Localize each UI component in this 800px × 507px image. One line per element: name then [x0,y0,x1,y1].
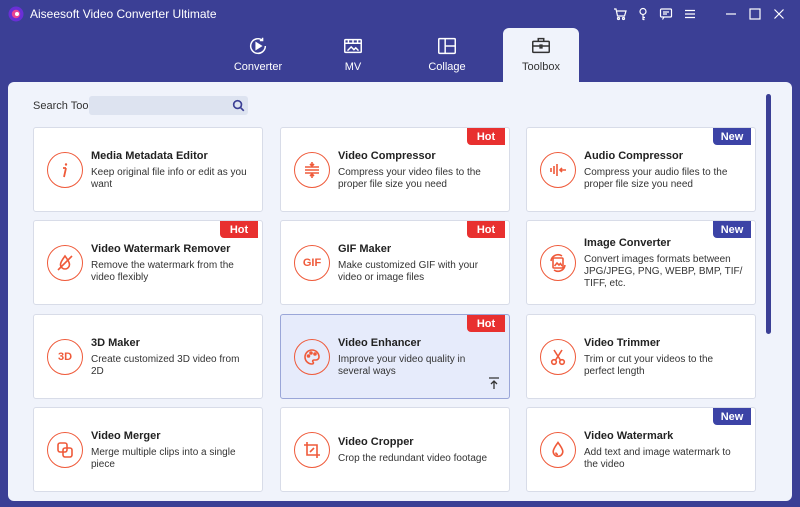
tool-title: Media Metadata Editor [91,150,208,162]
tab-label: Collage [428,61,466,73]
menu-icon[interactable] [681,5,699,23]
converter-icon [245,34,271,58]
tool-description: Compress your audio files to the proper … [584,167,728,190]
tool-description: Keep original file info or edit as you w… [91,167,247,190]
tool-title: Video Enhancer [338,337,421,349]
tool-description: Convert images formats between JPG/JPEG,… [584,254,743,289]
info-icon [47,152,83,188]
collage-icon [434,34,460,58]
search-icon[interactable] [232,99,245,112]
tool-card-3d-maker[interactable]: 3D 3D Maker Create customized 3D video f… [33,314,263,399]
tab-converter[interactable]: Converter [220,28,296,82]
key-icon[interactable] [634,5,652,23]
tab-collage[interactable]: Collage [409,28,485,82]
close-icon[interactable] [770,5,788,23]
tool-card-video-trimmer[interactable]: Video Trimmer Trim or cut your videos to… [526,314,756,399]
tool-title: Image Converter [584,237,671,249]
new-badge: New [713,221,751,238]
image-convert-icon [540,245,576,281]
new-badge: New [713,408,751,425]
feedback-icon[interactable] [657,5,675,23]
tab-label: Converter [233,61,283,73]
tool-title: Video Trimmer [584,337,661,349]
tool-title: 3D Maker [91,337,140,349]
tool-description: Trim or cut your videos to the perfect l… [584,354,714,377]
toolbox-icon [528,34,554,58]
tool-card-video-enhancer[interactable]: Hot Video Enhancer Improve your video qu… [280,314,510,399]
tab-toolbox[interactable]: Toolbox [503,28,579,82]
search-input[interactable] [89,96,248,115]
tool-card-media-metadata-editor[interactable]: Media Metadata Editor Keep original file… [33,127,263,212]
cart-icon[interactable] [611,5,629,23]
tool-title: Video Watermark Remover [91,243,231,255]
tool-card-video-watermark-remover[interactable]: Hot Video Watermark Remover Remove the w… [33,220,263,305]
tool-card-video-watermark[interactable]: New Video Watermark Add text and image w… [526,407,756,492]
tool-title: Video Watermark [584,430,674,442]
tool-title: Video Compressor [338,150,436,162]
gif-icon-text: GIF [302,257,322,269]
tool-card-video-compressor[interactable]: Hot Video Compressor Compress your video… [280,127,510,212]
tool-title: Audio Compressor [584,150,684,162]
tool-card-image-converter[interactable]: New Image Converter Convert images forma… [526,220,756,305]
toolbox-panel: Search Tool: Media Metadata Editor Keep … [8,82,792,501]
scrollbar-thumb[interactable] [766,94,771,334]
app-logo-icon [8,6,24,22]
main-nav: Converter MV Collage Toolbox [0,28,800,82]
pin-to-top-icon[interactable] [487,376,501,390]
hot-badge: Hot [467,128,505,145]
mv-icon [340,34,366,58]
app-title: Aiseesoft Video Converter Ultimate [30,7,217,21]
tool-description: Make customized GIF with your video or i… [338,260,479,283]
tab-mv[interactable]: MV [315,28,391,82]
hot-badge: Hot [467,221,505,238]
tool-description: Remove the watermark from the video flex… [91,260,234,283]
tool-description: Add text and image watermark to the vide… [584,447,731,470]
3d-icon-text: 3D [57,351,73,363]
tool-description: Compress your video files to the proper … [338,167,481,190]
tool-card-video-cropper[interactable]: Video Cropper Crop the redundant video f… [280,407,510,492]
3d-icon: 3D [47,339,83,375]
tool-description: Crop the redundant video footage [338,453,487,464]
hot-badge: Hot [467,315,505,332]
title-bar: Aiseesoft Video Converter Ultimate [0,0,800,28]
tab-label: Toolbox [522,61,560,73]
audio-compress-icon [540,152,576,188]
gif-icon: GIF [294,245,330,281]
tool-card-video-merger[interactable]: Video Merger Merge multiple clips into a… [33,407,263,492]
palette-icon [294,339,330,375]
tab-label: MV [344,61,362,73]
compress-icon [294,152,330,188]
tool-card-audio-compressor[interactable]: New Audio Compressor Compress your audio… [526,127,756,212]
minimize-icon[interactable] [722,5,740,23]
crop-icon [294,432,330,468]
tool-description: Create customized 3D video from 2D [91,354,240,377]
merge-icon [47,432,83,468]
droplet-icon [540,432,576,468]
tool-card-gif-maker[interactable]: Hot GIF GIF Maker Make customized GIF wi… [280,220,510,305]
maximize-icon[interactable] [746,5,764,23]
new-badge: New [713,128,751,145]
watermark-remove-icon [47,245,83,281]
tool-description: Improve your video quality in several wa… [338,354,466,377]
tool-title: Video Cropper [338,436,414,448]
tool-title: Video Merger [91,430,161,442]
search-label: Search Tool: [33,100,94,112]
hot-badge: Hot [220,221,258,238]
tool-title: GIF Maker [338,243,392,255]
scissors-icon [540,339,576,375]
tool-description: Merge multiple clips into a single piece [91,447,236,470]
